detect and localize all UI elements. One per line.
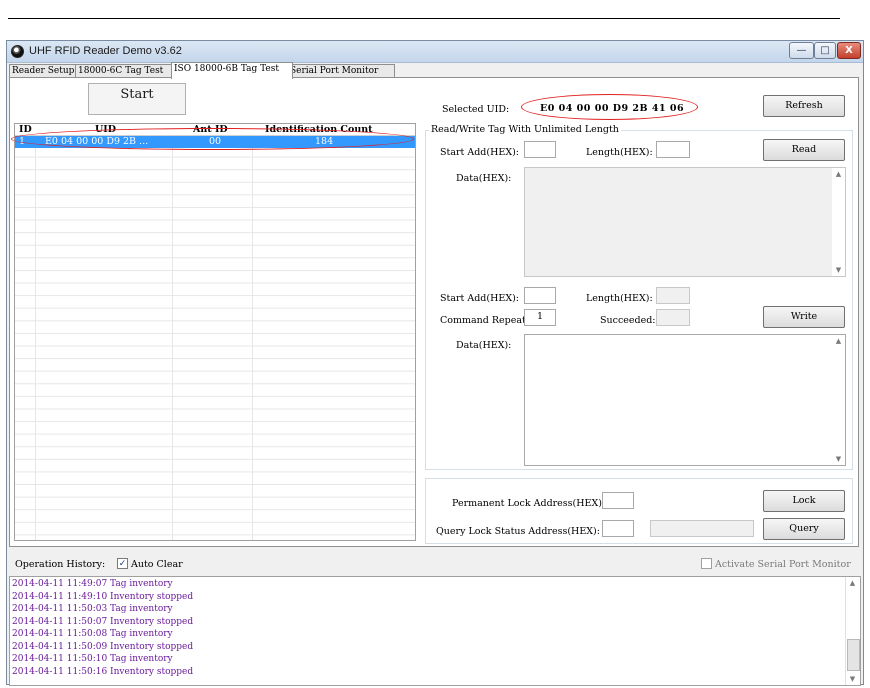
log-line: 2014-04-11 11:50:08 Tag inventory xyxy=(12,629,173,639)
operation-history-label: Operation History: xyxy=(15,559,106,570)
row-highlight-ellipse xyxy=(11,128,414,150)
app-icon xyxy=(11,45,24,58)
read-data-textarea[interactable]: ▲ ▼ xyxy=(524,167,846,277)
history-log[interactable]: 2014-04-11 11:49:07 Tag inventory 2014-0… xyxy=(9,576,861,686)
log-line: 2014-04-11 11:49:07 Tag inventory xyxy=(12,579,173,589)
log-line: 2014-04-11 11:50:09 Inventory stopped xyxy=(12,641,194,652)
write-data-scrollbar[interactable]: ▲ ▼ xyxy=(832,335,845,465)
start-add2-label: Start Add(HEX): xyxy=(440,293,519,304)
start-button[interactable]: Start xyxy=(88,83,186,115)
tab-18000-6c[interactable]: 18000-6C Tag Test xyxy=(75,64,177,78)
length-input[interactable] xyxy=(656,141,690,158)
checkmark-icon: ✓ xyxy=(118,559,127,569)
tab-serial-port-monitor[interactable]: Serial Port Monitor xyxy=(287,64,395,78)
read-data-label: Data(HEX): xyxy=(456,173,512,184)
log-scrollbar[interactable]: ▲ ▼ xyxy=(845,577,860,685)
write-button[interactable]: Write xyxy=(763,306,845,328)
scroll-up-icon[interactable]: ▲ xyxy=(848,579,857,587)
scroll-down-icon[interactable]: ▼ xyxy=(834,455,843,463)
auto-clear-checkbox[interactable]: ✓ xyxy=(117,558,128,569)
permanent-lock-input[interactable] xyxy=(602,492,634,509)
succeeded-field xyxy=(656,309,690,326)
start-add2-input[interactable] xyxy=(524,287,556,304)
write-data-label: Data(HEX): xyxy=(456,340,512,351)
tab-panel: Start ID UID Ant ID Identification Count… xyxy=(9,77,859,547)
length2-label: Length(HEX): xyxy=(586,293,653,304)
refresh-button[interactable]: Refresh xyxy=(763,95,845,117)
rw-group-title: Read/Write Tag With Unlimited Length xyxy=(429,124,621,135)
tag-grid[interactable]: ID UID Ant ID Identification Count 1 E0 … xyxy=(14,123,416,541)
scroll-down-icon[interactable]: ▼ xyxy=(834,266,843,274)
app-window: UHF RFID Reader Demo v3.62 — □ X Reader … xyxy=(6,40,864,686)
permanent-lock-label: Permanent Lock Address(HEX): xyxy=(452,498,606,509)
lock-status-field xyxy=(650,520,754,537)
log-line: 2014-04-11 11:50:10 Tag inventory xyxy=(12,654,173,664)
minimize-button[interactable]: — xyxy=(789,42,814,59)
title-bar: UHF RFID Reader Demo v3.62 — □ X xyxy=(7,41,863,63)
window-title: UHF RFID Reader Demo v3.62 xyxy=(29,45,182,57)
scroll-down-icon[interactable]: ▼ xyxy=(848,675,857,683)
query-lock-input[interactable] xyxy=(602,520,634,537)
activate-monitor-checkbox[interactable] xyxy=(701,558,712,569)
lock-button[interactable]: Lock xyxy=(763,490,845,512)
log-line: 2014-04-11 11:50:16 Inventory stopped xyxy=(12,666,194,677)
tab-iso-18000-6b[interactable]: ISO 18000-6B Tag Test xyxy=(171,62,293,79)
read-data-scrollbar[interactable]: ▲ ▼ xyxy=(832,168,845,276)
length2-input xyxy=(656,287,690,304)
succeeded-label: Succeeded: xyxy=(600,315,656,326)
read-button[interactable]: Read xyxy=(763,139,845,161)
query-button[interactable]: Query xyxy=(763,518,845,540)
uid-highlight-ellipse xyxy=(521,94,698,120)
scroll-thumb[interactable] xyxy=(847,639,860,671)
length-label: Length(HEX): xyxy=(586,147,653,158)
tab-reader-setup[interactable]: Reader Setup xyxy=(9,64,81,78)
write-data-textarea[interactable]: ▲ ▼ xyxy=(524,334,846,466)
log-line: 2014-04-11 11:50:07 Inventory stopped xyxy=(12,616,194,627)
close-button[interactable]: X xyxy=(837,42,861,59)
document-rule xyxy=(8,18,840,19)
log-line: 2014-04-11 11:50:03 Tag inventory xyxy=(12,604,173,614)
auto-clear-label[interactable]: Auto Clear xyxy=(131,559,183,570)
command-repeat-input[interactable]: 1 xyxy=(524,309,556,326)
log-line: 2014-04-11 11:49:10 Inventory stopped xyxy=(12,591,194,602)
start-add-label: Start Add(HEX): xyxy=(440,147,519,158)
scroll-up-icon[interactable]: ▲ xyxy=(834,170,843,178)
scroll-up-icon[interactable]: ▲ xyxy=(834,337,843,345)
selected-uid-label: Selected UID: xyxy=(442,104,510,115)
start-add-input[interactable] xyxy=(524,141,556,158)
query-lock-status-label: Query Lock Status Address(HEX): xyxy=(436,526,600,537)
maximize-button[interactable]: □ xyxy=(814,42,836,59)
activate-monitor-label[interactable]: Activate Serial Port Monitor xyxy=(715,559,851,570)
command-repeat-label: Command Repeat: xyxy=(440,315,530,326)
